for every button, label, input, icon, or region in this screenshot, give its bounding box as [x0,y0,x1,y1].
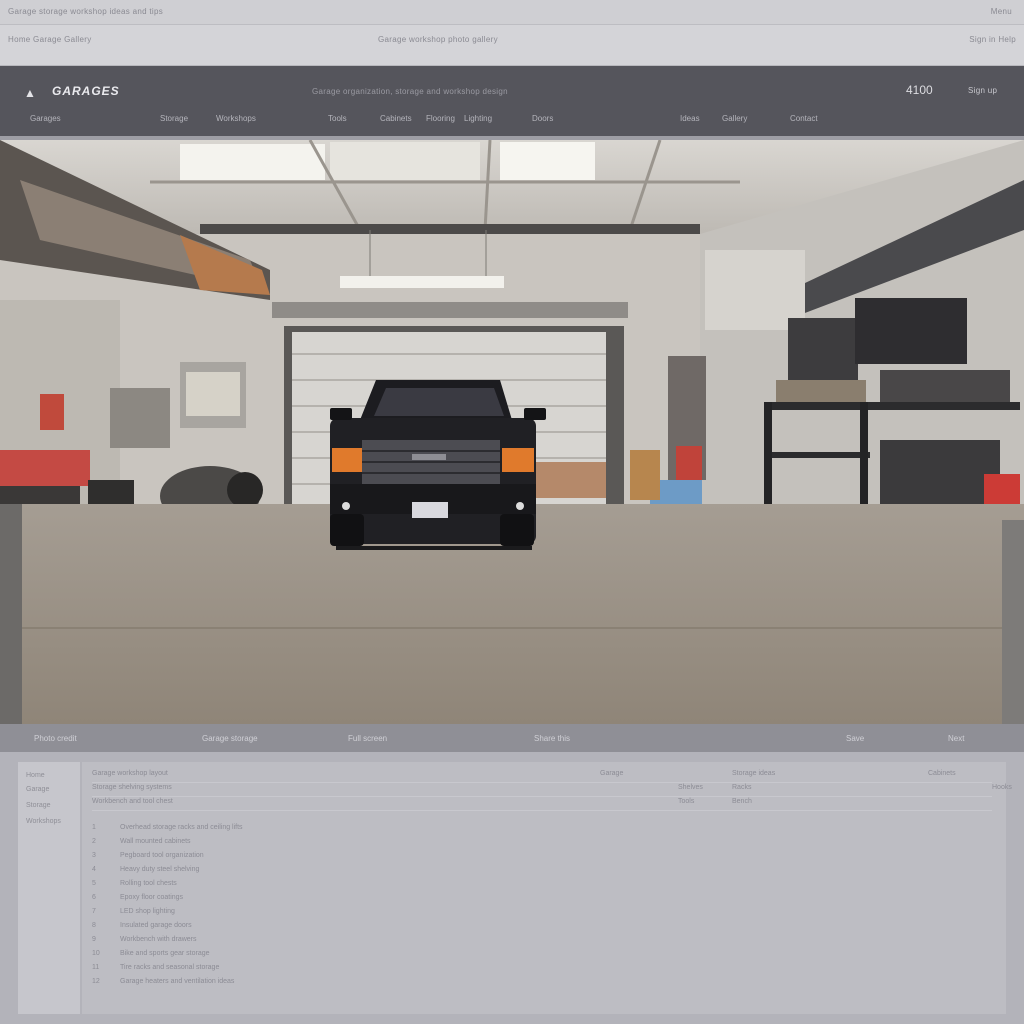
toolbar-links[interactable]: Home Garage Gallery [8,35,92,44]
nav-item[interactable]: Flooring [426,114,455,123]
table-cell: Garage [600,770,624,777]
photo-credit: Photo credit [34,734,77,743]
main-nav: Garages Storage Workshops Tools Cabinets… [0,114,1024,132]
nav-item[interactable]: Ideas [680,114,700,123]
browser-menu[interactable]: Menu [991,7,1012,16]
ceiling-light [180,144,325,180]
list-text: Rolling tool chests [120,880,177,887]
side-menu-item[interactable]: Storage [26,802,51,809]
table-cell: Bench [732,798,752,805]
list-number: 2 [92,838,96,845]
table-cell: Shelves [678,784,703,791]
nav-item[interactable]: Doors [532,114,553,123]
ceiling-beam [200,224,700,234]
list-text: Wall mounted cabinets [120,838,191,845]
list-text: LED shop lighting [120,908,175,915]
tire [500,514,534,546]
nav-item[interactable]: Cabinets [380,114,412,123]
next-link[interactable]: Next [948,734,964,743]
list-text: Epoxy floor coatings [120,894,184,901]
hanging-light [340,276,504,288]
list-number: 5 [92,880,96,887]
sign-up-link[interactable]: Sign up [968,86,997,95]
list-text: Pegboard tool organization [120,852,204,859]
nav-item[interactable]: Storage [160,114,188,123]
shelf [770,402,1020,410]
list-number: 12 [92,978,100,985]
nav-item[interactable]: Gallery [722,114,747,123]
wall-sign [40,394,64,430]
monitor [788,318,858,380]
table-cell[interactable]: Garage workshop layout [92,770,168,777]
browser-toolbar: Home Garage Gallery Garage workshop phot… [0,25,1024,66]
boxes [536,462,606,498]
table-row: Workbench and tool chest Tools Bench [92,796,992,811]
list-text: Heavy duty steel shelving [120,866,200,873]
nav-item[interactable]: Tools [328,114,347,123]
list-number: 9 [92,936,96,943]
list-text: Bike and sports gear storage [120,950,210,957]
tire [330,514,364,546]
headlight [502,448,534,472]
nav-item[interactable]: Garages [30,114,61,123]
tool-chest [0,450,90,486]
table-cell[interactable]: Workbench and tool chest [92,798,173,805]
monitor [855,298,967,364]
list-number: 11 [92,964,100,971]
headlight [332,448,362,472]
table-cell: Tools [678,798,695,805]
nav-item[interactable]: Lighting [464,114,492,123]
list-number: 6 [92,894,96,901]
table-row: Garage workshop layout Garage Storage id… [92,768,992,783]
tab-title[interactable]: Garage storage workshop ideas and tips [8,7,163,16]
list-number: 7 [92,908,96,915]
logo-icon[interactable]: ▲ [24,86,36,100]
image-caption-bar: Photo credit Garage storage Full screen … [0,724,1024,752]
side-menu-item[interactable]: Garage [26,786,49,793]
ceiling-light [500,142,595,180]
site-tagline: Garage organization, storage and worksho… [312,87,508,96]
table-cell[interactable]: Storage shelving systems [92,784,172,791]
article-content: Garage workshop layout Garage Storage id… [82,762,1012,1014]
side-menu-item[interactable]: Workshops [26,818,61,825]
side-menu-item[interactable]: Home [26,772,45,779]
list-number: 10 [92,950,100,957]
nav-item[interactable]: Workshops [216,114,256,123]
ceiling-light [330,142,480,180]
fullscreen-link[interactable]: Full screen [348,734,387,743]
save-link[interactable]: Save [846,734,864,743]
list-number: 4 [92,866,96,873]
license-plate [412,502,448,518]
list-text: Garage heaters and ventilation ideas [120,978,235,985]
pegboard [110,388,170,448]
list-text: Insulated garage doors [120,922,192,929]
header-number: 4100 [906,83,933,97]
site-header: ▲ GARAGES Garage organization, storage a… [0,66,1024,136]
address-field[interactable]: Garage workshop photo gallery [378,35,498,44]
share-link[interactable]: Share this [534,734,570,743]
site-logo[interactable]: GARAGES [52,84,120,98]
hero-image[interactable] [0,140,1024,724]
table-cell: Hooks [992,784,1012,791]
table-row: Storage shelving systems Shelves Racks H… [92,782,1012,797]
caption-link[interactable]: Garage storage [202,734,258,743]
list-text: Overhead storage racks and ceiling lifts [120,824,243,831]
garage-scene [0,140,1024,724]
list-number: 8 [92,922,96,929]
toolbar-account-links[interactable]: Sign in Help [969,35,1016,44]
list-text: Workbench with drawers [120,936,197,943]
list-number: 1 [92,824,96,831]
article-section: Home Garage Storage Workshops Garage wor… [0,752,1024,1024]
nav-item[interactable]: Contact [790,114,818,123]
table-cell: Storage ideas [732,770,776,777]
side-menu: Home Garage Storage Workshops [18,762,80,1014]
list-text: Tire racks and seasonal storage [120,964,220,971]
browser-title-bar: Garage storage workshop ideas and tips M… [0,0,1024,25]
table-cell: Racks [732,784,752,791]
list-number: 3 [92,852,96,859]
table-cell: Cabinets [928,770,956,777]
